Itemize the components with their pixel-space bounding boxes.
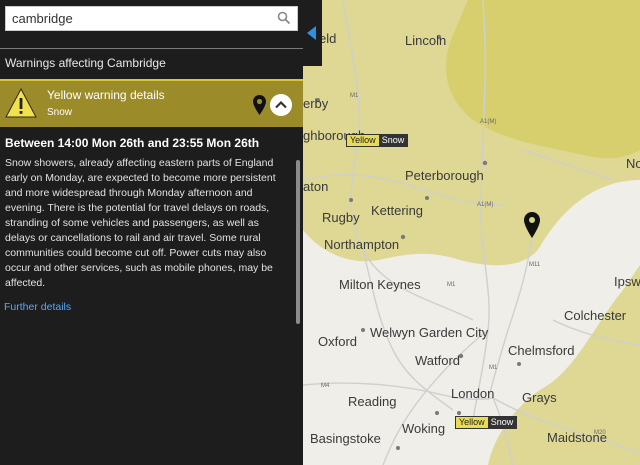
city-label: Kettering (371, 203, 424, 218)
divider (0, 48, 303, 49)
further-details-link[interactable]: Further details (4, 301, 71, 313)
warning-badge[interactable]: Yellow Snow (455, 416, 518, 429)
city-label: Welwyn Garden City (370, 325, 489, 340)
city-label: No (626, 156, 640, 171)
road-label: A1(M) (477, 202, 494, 208)
warning-detail: Between 14:00 Mon 26th and 23:55 Mon 26t… (5, 136, 290, 291)
road-label: M11 (529, 262, 541, 268)
city-label: Ipsw (614, 274, 640, 289)
location-pin-icon[interactable] (253, 95, 266, 115)
warning-title: Yellow warning details (47, 88, 165, 102)
road-label: M4 (321, 383, 330, 389)
road-label: M20 (594, 430, 606, 436)
road-label: M1 (447, 282, 456, 288)
panel-toggle[interactable] (303, 0, 322, 66)
badge-type: Snow (378, 135, 408, 146)
city-label: Colchester (564, 308, 627, 323)
road-label: M1 (489, 365, 498, 371)
city-label: Basingstoke (310, 431, 381, 446)
city-label: Reading (348, 394, 397, 409)
warning-triangle-icon (5, 88, 37, 118)
road-label: M1 (350, 93, 359, 99)
city-label: Grays (522, 390, 557, 405)
city-label: Woking (402, 421, 446, 436)
road-label: A1(M) (480, 119, 497, 125)
warnings-panel: Warnings affecting Cambridge Yellow warn… (0, 0, 303, 465)
panel-toggle-arrow-icon[interactable] (307, 26, 316, 40)
warning-description: Snow showers, already affecting eastern … (5, 157, 276, 289)
city-label: Lincoln (405, 33, 447, 48)
city-label: erby (303, 96, 329, 111)
warning-type: Snow (47, 107, 73, 118)
badge-type: Snow (487, 417, 517, 428)
city-label: London (451, 386, 495, 401)
map[interactable]: eld Lincoln erby ghborough Peterborough … (303, 0, 640, 465)
warning-badge[interactable]: Yellow Snow (346, 134, 409, 147)
badge-level: Yellow (347, 135, 379, 146)
city-label: Northampton (324, 237, 400, 252)
city-label: Rugby (322, 210, 360, 225)
city-label: aton (303, 179, 329, 194)
chevron-up-icon[interactable] (270, 94, 292, 116)
city-label: Chelmsford (508, 343, 575, 358)
city-label: Milton Keynes (339, 277, 421, 292)
scrollbar[interactable] (296, 160, 300, 324)
warnings-heading: Warnings affecting Cambridge (5, 56, 166, 70)
warning-summary[interactable]: Yellow warning details Snow (0, 79, 303, 127)
badge-level: Yellow (456, 417, 488, 428)
city-label: Peterborough (405, 168, 484, 183)
city-label: Watford (415, 353, 461, 368)
search-input[interactable] (12, 7, 272, 30)
city-label: Oxford (318, 334, 358, 349)
search-icon[interactable] (277, 11, 291, 25)
search-box[interactable] (5, 6, 298, 31)
warning-period: Between 14:00 Mon 26th and 23:55 Mon 26t… (5, 136, 260, 150)
